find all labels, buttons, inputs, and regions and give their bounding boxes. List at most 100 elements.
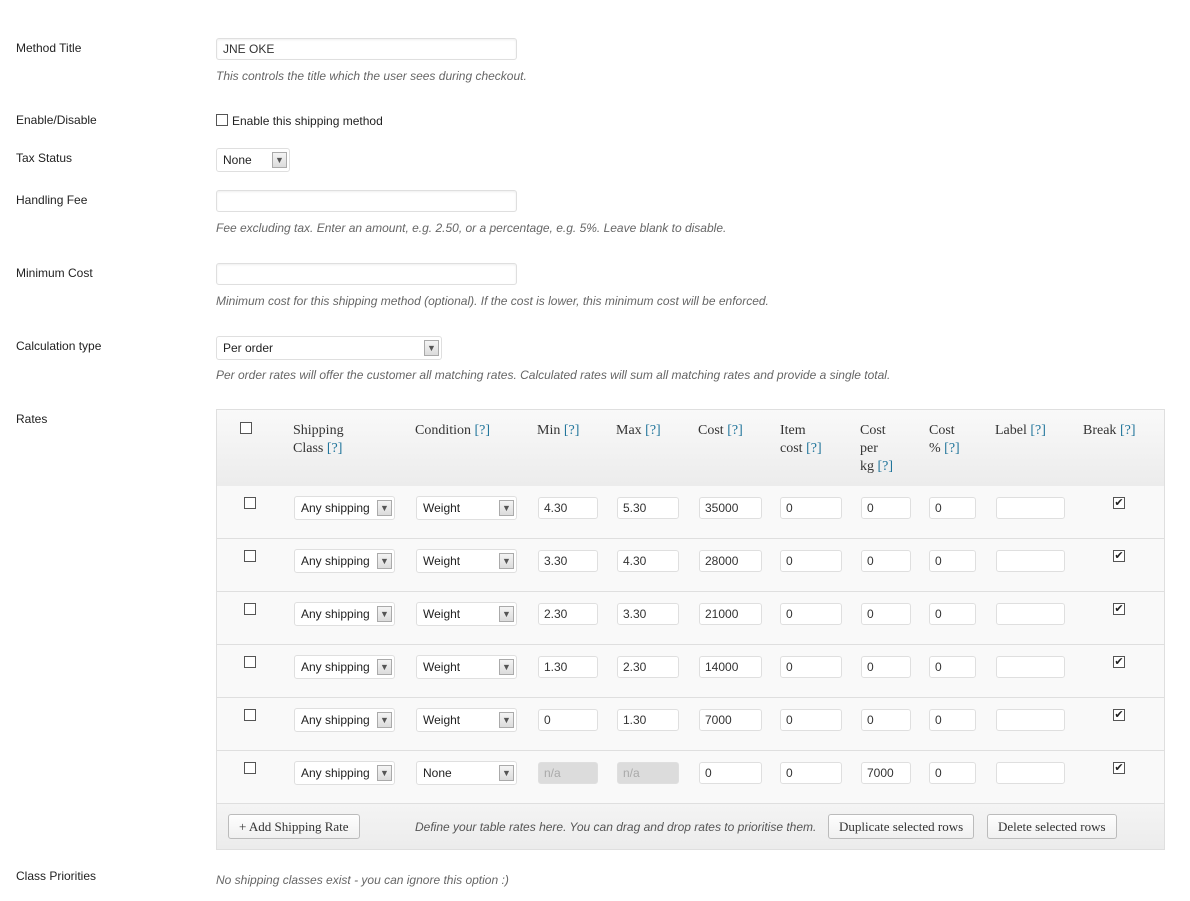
shipping-class-select[interactable]: Any shipping ▼ (294, 496, 395, 520)
cost-percent-input[interactable]: 0 (929, 603, 976, 625)
method-title-label: Method Title (16, 41, 82, 55)
min-input[interactable]: 0 (538, 709, 598, 731)
condition-value: Weight (423, 713, 461, 727)
label-input[interactable] (996, 497, 1065, 519)
condition-select[interactable]: Weight ▼ (416, 602, 517, 626)
row-select-checkbox[interactable] (244, 550, 256, 562)
shipping-class-value: Any shipping (301, 766, 370, 780)
table-row[interactable]: Any shipping ▼ Weight ▼ 2.30 3.30 21000 0 0 0 ✔ (217, 592, 1164, 645)
help-link[interactable]: [?] (806, 441, 822, 456)
item-cost-input[interactable]: 0 (780, 762, 842, 784)
calculation-type-description: Per order rates will offer the customer … (216, 368, 891, 382)
shipping-class-select[interactable]: Any shipping ▼ (294, 549, 395, 573)
handling-fee-input[interactable] (216, 190, 517, 212)
help-link[interactable]: [?] (727, 423, 743, 438)
help-link[interactable]: [?] (1030, 423, 1046, 438)
min-input[interactable]: 2.30 (538, 603, 598, 625)
break-checkbox[interactable]: ✔ (1113, 709, 1125, 721)
max-input[interactable]: n/a (617, 762, 679, 784)
table-row[interactable]: Any shipping ▼ Weight ▼ 0 1.30 7000 0 0 0 ✔ (217, 698, 1164, 751)
condition-select[interactable]: Weight ▼ (416, 549, 517, 573)
cost-percent-input[interactable]: 0 (929, 762, 976, 784)
cost-input[interactable]: 35000 (699, 497, 762, 519)
break-checkbox[interactable]: ✔ (1113, 550, 1125, 562)
rates-table: Shipping Class [?] Condition [?] Min [?]… (216, 409, 1165, 850)
enable-checkbox[interactable] (216, 114, 228, 126)
method-title-input[interactable]: JNE OKE (216, 38, 517, 60)
break-checkbox[interactable]: ✔ (1113, 603, 1125, 615)
header-cost: Cost [?] (698, 422, 743, 440)
cost-input[interactable]: 28000 (699, 550, 762, 572)
row-select-checkbox[interactable] (244, 497, 256, 509)
row-select-checkbox[interactable] (244, 709, 256, 721)
minimum-cost-input[interactable] (216, 263, 517, 285)
help-link[interactable]: [?] (944, 441, 960, 456)
shipping-class-select[interactable]: Any shipping ▼ (294, 708, 395, 732)
max-input[interactable]: 4.30 (617, 550, 679, 572)
item-cost-input[interactable]: 0 (780, 709, 842, 731)
cost-percent-input[interactable]: 0 (929, 550, 976, 572)
tax-status-select[interactable]: None ▼ (216, 148, 290, 172)
shipping-class-select[interactable]: Any shipping ▼ (294, 602, 395, 626)
shipping-class-select[interactable]: Any shipping ▼ (294, 655, 395, 679)
label-input[interactable] (996, 762, 1065, 784)
help-link[interactable]: [?] (645, 423, 661, 438)
cost-per-kg-input[interactable]: 0 (861, 656, 911, 678)
max-input[interactable]: 5.30 (617, 497, 679, 519)
label-input[interactable] (996, 550, 1065, 572)
min-input[interactable]: 1.30 (538, 656, 598, 678)
break-checkbox[interactable]: ✔ (1113, 656, 1125, 668)
row-select-checkbox[interactable] (244, 762, 256, 774)
min-input[interactable]: 4.30 (538, 497, 598, 519)
condition-select[interactable]: Weight ▼ (416, 496, 517, 520)
help-link[interactable]: [?] (564, 423, 580, 438)
cost-per-kg-input[interactable]: 0 (861, 603, 911, 625)
select-all-checkbox[interactable] (240, 422, 252, 434)
table-row[interactable]: Any shipping ▼ Weight ▼ 1.30 2.30 14000 0 0 0 ✔ (217, 645, 1164, 698)
item-cost-input[interactable]: 0 (780, 603, 842, 625)
cost-per-kg-input[interactable]: 0 (861, 709, 911, 731)
cost-input[interactable]: 7000 (699, 709, 762, 731)
row-select-checkbox[interactable] (244, 656, 256, 668)
label-input[interactable] (996, 709, 1065, 731)
label-input[interactable] (996, 656, 1065, 678)
break-checkbox[interactable]: ✔ (1113, 762, 1125, 774)
table-row[interactable]: Any shipping ▼ Weight ▼ 3.30 4.30 28000 0 0 0 ✔ (217, 539, 1164, 592)
chevron-down-icon: ▼ (377, 500, 392, 516)
label-input[interactable] (996, 603, 1065, 625)
table-row[interactable]: Any shipping ▼ Weight ▼ 4.30 5.30 35000 0 0 0 ✔ (217, 486, 1164, 539)
item-cost-input[interactable]: 0 (780, 550, 842, 572)
max-input[interactable]: 1.30 (617, 709, 679, 731)
cost-input[interactable]: 14000 (699, 656, 762, 678)
cost-per-kg-input[interactable]: 7000 (861, 762, 911, 784)
help-link[interactable]: [?] (475, 423, 491, 438)
table-row[interactable]: Any shipping ▼ None ▼ n/a n/a 0 0 7000 0 ✔ (217, 751, 1164, 804)
cost-input[interactable]: 21000 (699, 603, 762, 625)
calculation-type-select[interactable]: Per order ▼ (216, 336, 442, 360)
cost-percent-input[interactable]: 0 (929, 656, 976, 678)
help-link[interactable]: [?] (327, 441, 343, 456)
delete-selected-rows-button[interactable]: Delete selected rows (987, 814, 1117, 839)
condition-select[interactable]: Weight ▼ (416, 708, 517, 732)
item-cost-input[interactable]: 0 (780, 497, 842, 519)
help-link[interactable]: [?] (1120, 423, 1136, 438)
cost-input[interactable]: 0 (699, 762, 762, 784)
cost-percent-input[interactable]: 0 (929, 497, 976, 519)
min-input[interactable]: 3.30 (538, 550, 598, 572)
cost-percent-input[interactable]: 0 (929, 709, 976, 731)
break-checkbox[interactable]: ✔ (1113, 497, 1125, 509)
help-link[interactable]: [?] (878, 459, 894, 474)
row-select-checkbox[interactable] (244, 603, 256, 615)
cost-per-kg-input[interactable]: 0 (861, 550, 911, 572)
cost-per-kg-input[interactable]: 0 (861, 497, 911, 519)
condition-select[interactable]: Weight ▼ (416, 655, 517, 679)
item-cost-input[interactable]: 0 (780, 656, 842, 678)
add-shipping-rate-button[interactable]: + Add Shipping Rate (228, 814, 360, 839)
header-text: Cost (860, 423, 886, 438)
max-input[interactable]: 3.30 (617, 603, 679, 625)
max-input[interactable]: 2.30 (617, 656, 679, 678)
duplicate-selected-rows-button[interactable]: Duplicate selected rows (828, 814, 975, 839)
condition-select[interactable]: None ▼ (416, 761, 517, 785)
shipping-class-select[interactable]: Any shipping ▼ (294, 761, 395, 785)
min-input[interactable]: n/a (538, 762, 598, 784)
